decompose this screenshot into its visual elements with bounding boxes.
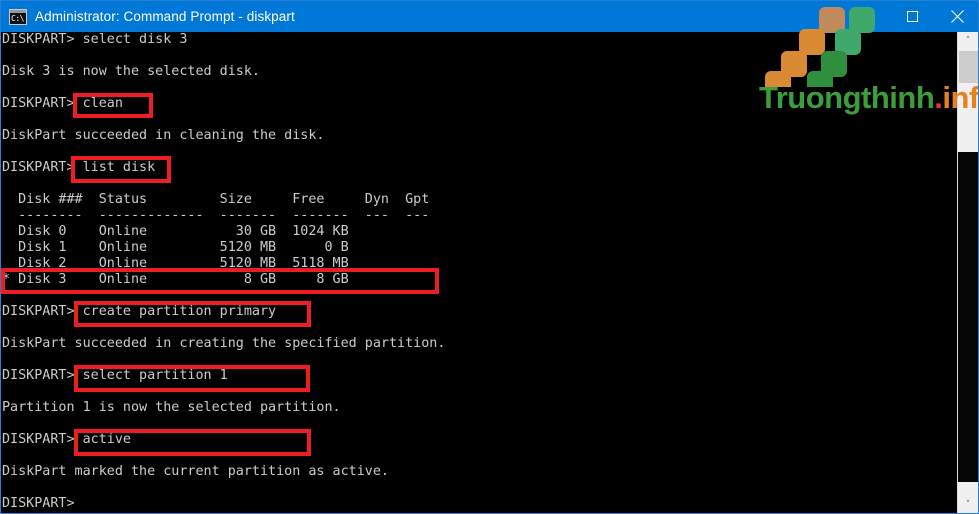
console-line: DISKPART> select partition 1 [2,368,228,383]
minimize-button[interactable] [845,1,890,32]
console-line: Disk 3 is now the selected disk. [2,64,260,79]
vertical-scrollbar[interactable]: ˄ ˅ [957,32,978,513]
window-controls [845,1,978,32]
console-text-buffer: DISKPART> select disk 3 Disk 3 is now th… [2,32,958,512]
console-line: Disk 0 Online 30 GB 1024 KB [2,224,349,239]
close-icon [951,10,964,23]
console-line: * Disk 3 Online 8 GB 8 GB [2,272,349,287]
title-bar: C:\ Administrator: Command Prompt - disk… [1,1,978,32]
console-line: Disk ### Status Size Free Dyn Gpt [2,192,430,207]
console-line: Partition 1 is now the selected partitio… [2,400,341,415]
console-output-area[interactable]: DISKPART> select disk 3 Disk 3 is now th… [1,32,958,513]
scrollbar-thumb[interactable] [959,51,978,83]
console-line: DISKPART> active [2,432,131,447]
console-line: DiskPart marked the current partition as… [2,464,389,479]
console-line: DiskPart succeeded in creating the speci… [2,336,446,351]
minimize-icon [862,16,873,17]
console-line: DISKPART> create partition primary [2,304,277,319]
command-prompt-icon-glyph: C:\ [11,13,24,23]
scroll-down-arrow-icon[interactable]: ˅ [958,496,978,513]
window-title: Administrator: Command Prompt - diskpart [35,9,295,24]
console-line: DISKPART> clean [2,96,123,111]
command-prompt-icon: C:\ [9,8,27,25]
maximize-button[interactable] [890,1,935,32]
console-line: -------- ------------- ------- ------- -… [2,208,430,223]
close-button[interactable] [935,1,978,32]
console-line: Disk 2 Online 5120 MB 5118 MB [2,256,349,271]
console-line: DISKPART> [2,496,75,511]
console-line: DiskPart succeeded in cleaning the disk. [2,128,325,143]
maximize-icon [907,11,918,22]
console-line: DISKPART> select disk 3 [2,32,188,47]
console-line: DISKPART> list disk [2,160,156,175]
scroll-up-arrow-icon[interactable]: ˄ [958,32,978,50]
command-prompt-window: C:\ Administrator: Command Prompt - disk… [0,0,979,514]
scrollbar-track[interactable] [958,152,978,482]
console-line: Disk 1 Online 5120 MB 0 B [2,240,349,255]
